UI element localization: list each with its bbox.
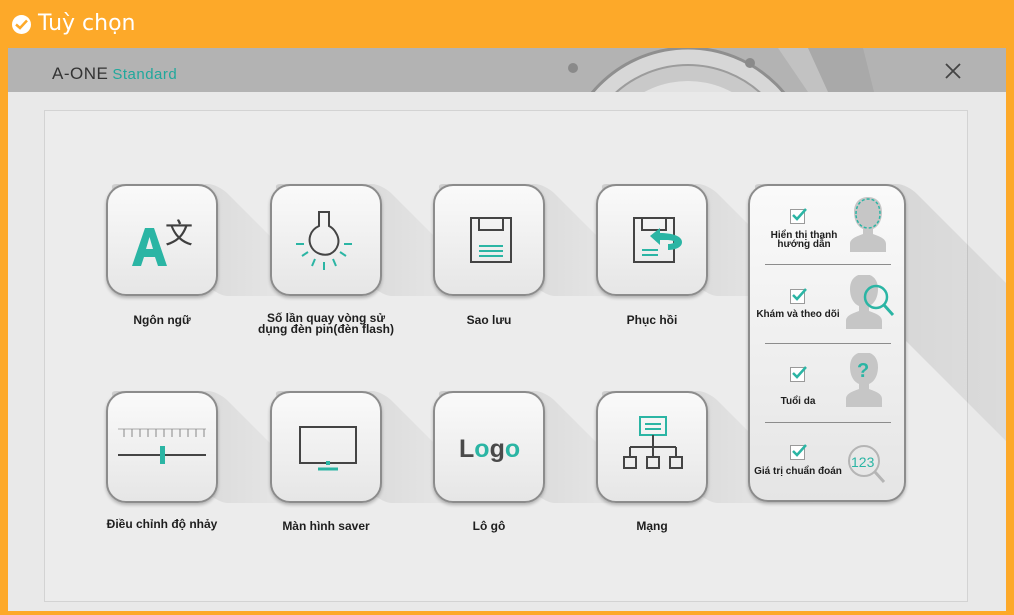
- head-outline-icon: [850, 197, 886, 252]
- skin-age-checkbox[interactable]: [790, 366, 807, 382]
- svg-text:123: 123: [851, 454, 875, 470]
- title-bar: Tuỳ chọn: [0, 0, 1014, 48]
- checkmark-icon: [792, 288, 807, 301]
- options-window: A-ONE Standard 文 Ngôn ngữ Số lần quay vò…: [8, 48, 1006, 611]
- network-label: Mạng: [636, 519, 668, 533]
- language-button[interactable]: 文: [106, 184, 218, 296]
- monitor-icon: [299, 426, 357, 471]
- sensitivity-button[interactable]: [106, 391, 218, 503]
- flash-cycles-label: Số lần quay vòng sử dụng đèn pin(đèn fla…: [258, 311, 394, 336]
- diagnostic-value-checkbox[interactable]: [790, 444, 807, 460]
- sensitivity-slider-icon: [118, 428, 206, 464]
- flash-cycles-button[interactable]: [270, 184, 382, 296]
- logo-label: Lô gô: [472, 519, 506, 533]
- head-search-icon: [846, 275, 895, 329]
- numbers-magnifier-icon: 123: [848, 445, 886, 484]
- brand-logo: A-ONE Standard: [52, 64, 177, 84]
- logo-icon: Logo: [459, 435, 520, 463]
- display-options-panel: Hiển thị thanh hướng dẫn Khám và theo dõ…: [748, 184, 906, 502]
- screensaver-button[interactable]: [270, 391, 382, 503]
- show-guide-checkbox[interactable]: [790, 208, 807, 224]
- brand-name: A-ONE: [52, 64, 109, 83]
- skin-age-label: Tuổi da: [780, 396, 816, 407]
- window-header: A-ONE Standard: [8, 48, 1006, 92]
- language-label: Ngôn ngữ: [133, 313, 191, 327]
- lightbulb-icon: [296, 211, 352, 270]
- backup-button[interactable]: [433, 184, 545, 296]
- svg-text:Logo: Logo: [459, 435, 520, 463]
- brand-edition: Standard: [112, 66, 178, 83]
- option-divider: [765, 343, 891, 344]
- option-divider: [765, 264, 891, 265]
- logo-button[interactable]: Logo: [433, 391, 545, 503]
- language-icon: 文: [132, 217, 193, 266]
- restore-icon: [633, 217, 682, 263]
- window-title: Tuỳ chọn: [38, 11, 136, 36]
- network-button[interactable]: [596, 391, 708, 503]
- checkmark-icon: [792, 444, 807, 457]
- network-icon: [623, 416, 683, 469]
- check-circle-icon: [12, 15, 31, 34]
- close-icon[interactable]: [944, 62, 962, 80]
- diagnostic-value-label: Giá trị chuẩn đoán: [754, 466, 842, 477]
- svg-text:文: 文: [165, 217, 193, 250]
- sensitivity-label: Điều chỉnh độ nhảy: [106, 517, 218, 531]
- checkmark-icon: [792, 366, 807, 379]
- head-question-icon: ?: [846, 353, 882, 407]
- floppy-save-icon: [470, 217, 512, 263]
- svg-text:?: ?: [857, 360, 869, 382]
- restore-button[interactable]: [596, 184, 708, 296]
- backup-label: Sao lưu: [466, 313, 512, 327]
- exam-monitor-checkbox[interactable]: [790, 288, 807, 304]
- restore-label: Phục hồi: [626, 313, 678, 327]
- show-guide-label: Hiển thị thanh hướng dẫn: [770, 230, 838, 250]
- option-divider: [765, 422, 891, 423]
- checkmark-icon: [792, 208, 807, 221]
- exam-monitor-label: Khám và theo dõi: [756, 309, 840, 320]
- screensaver-label: Màn hình saver: [282, 519, 370, 533]
